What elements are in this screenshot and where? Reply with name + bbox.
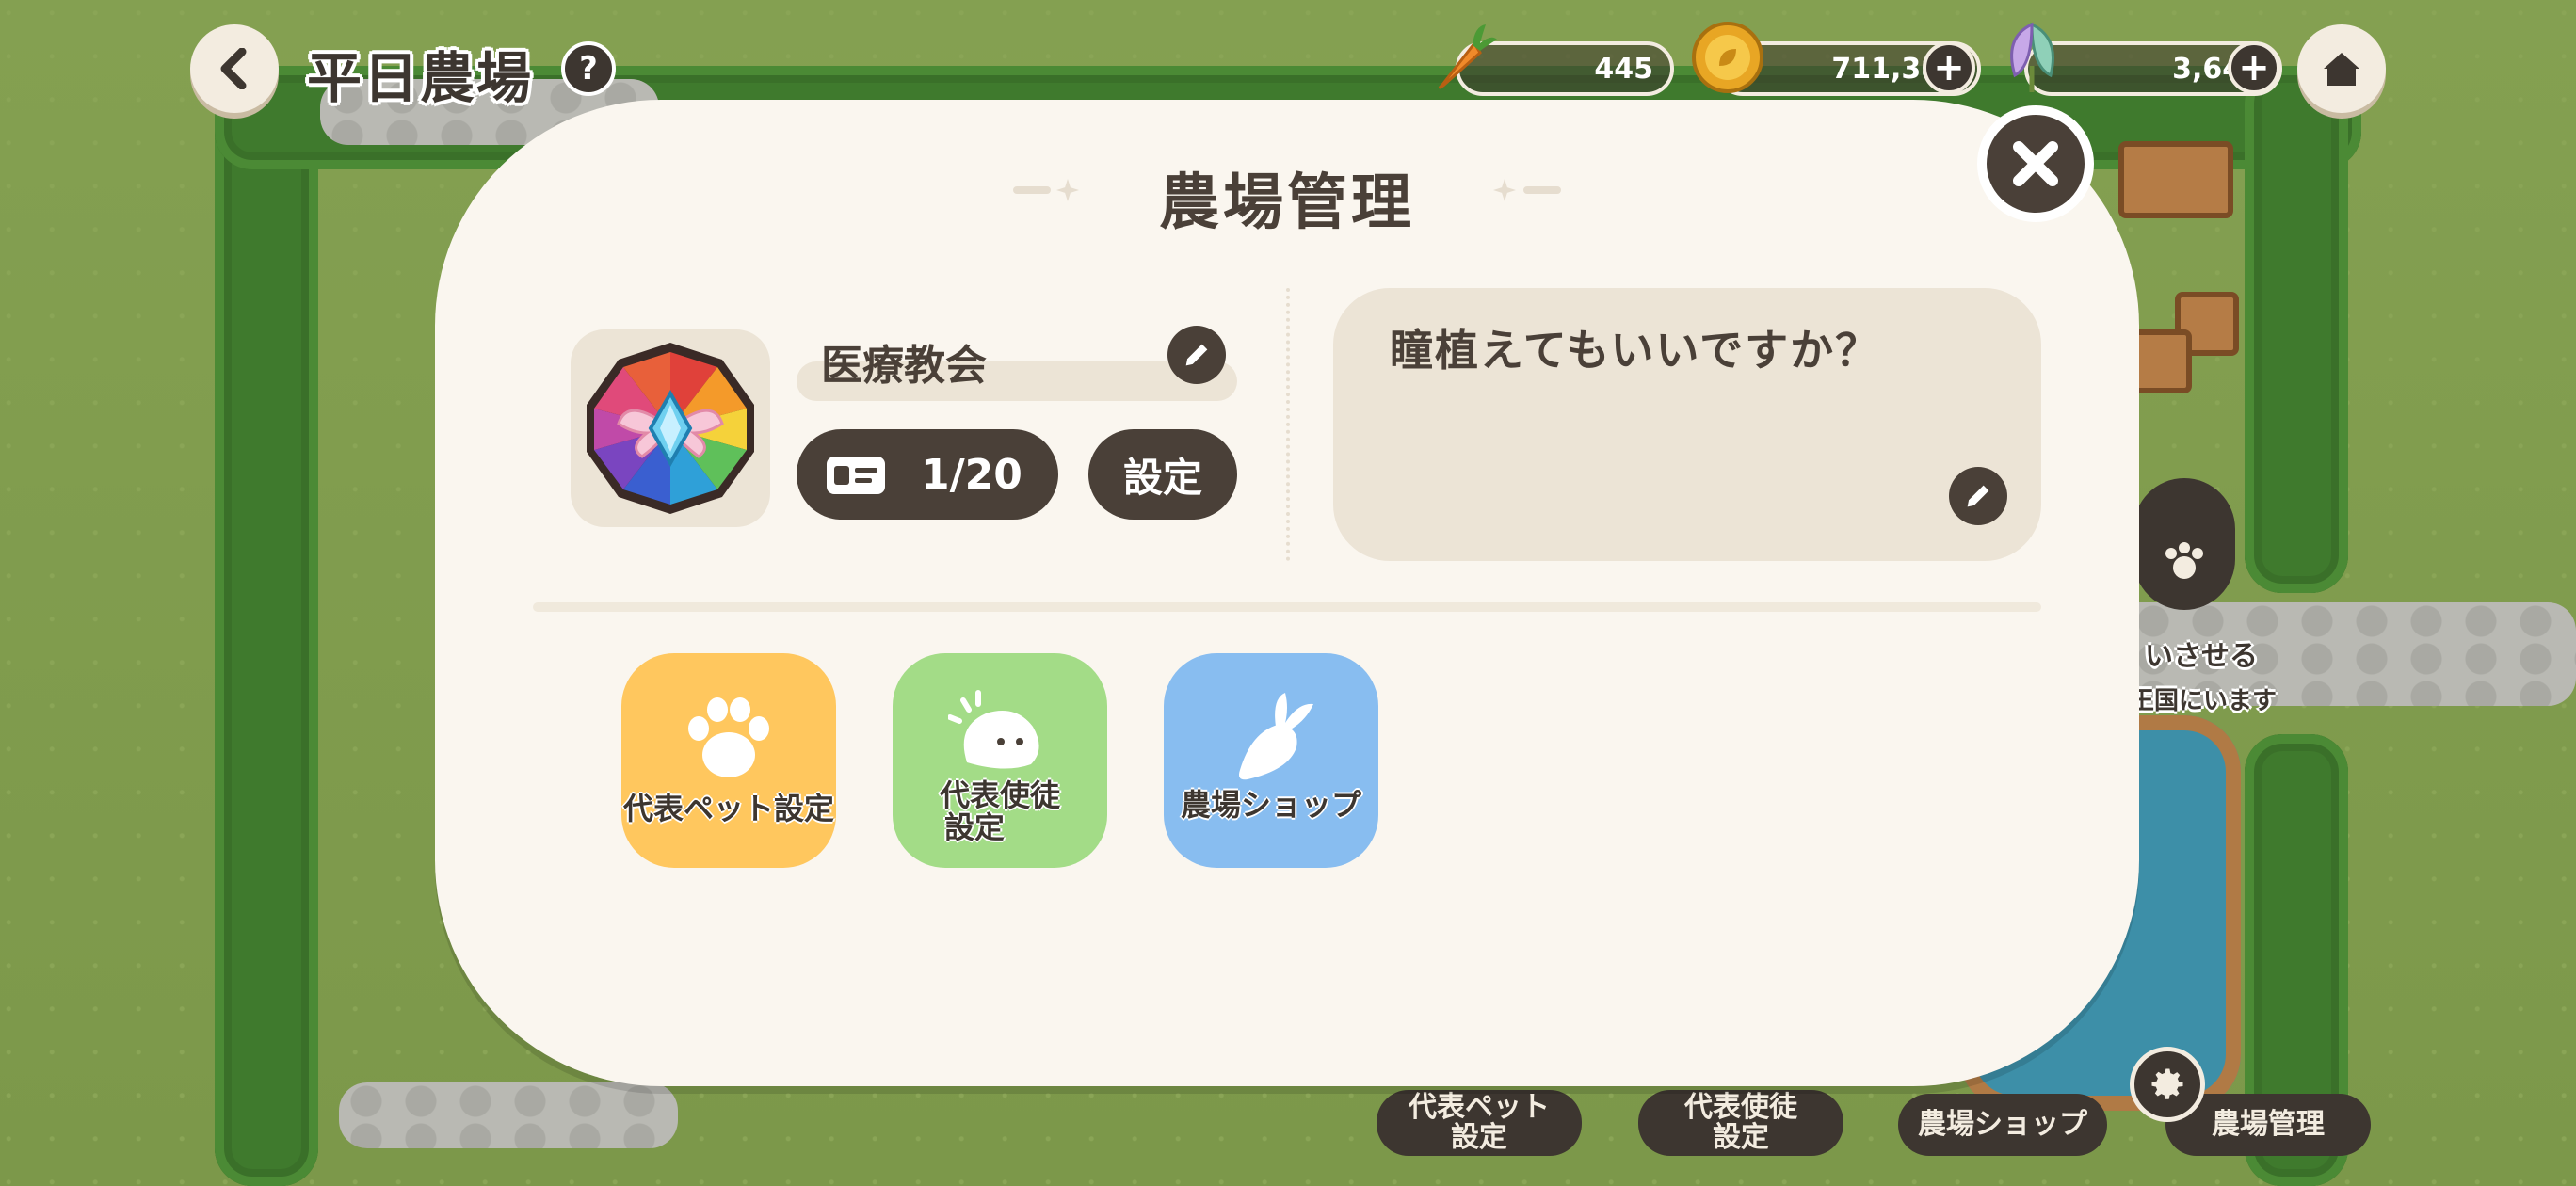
home-button[interactable] [2297,24,2386,113]
hedge-left [215,66,318,1186]
plus-icon: + [2238,46,2270,89]
pencil-icon [1967,485,1989,507]
farm-shop-tile[interactable]: 農場ショップ [1164,653,1378,868]
pet-settings-tile[interactable]: 代表ペット設定 [621,653,836,868]
member-card-icon [827,457,885,494]
tile-label: 代表ペット設定 [622,791,834,826]
dialog-title: 農場管理 [1159,168,1415,238]
nav-label: 設定 [1451,1121,1507,1154]
back-button[interactable] [190,24,279,113]
member-count: 1/20 [921,450,1022,499]
nav-farm-shop[interactable]: 農場ショップ [1898,1094,2107,1156]
farm-message: 瞳植えてもいいですか？ [1390,325,1881,376]
carrot-icon [1438,24,1497,89]
pet-house-button[interactable] [2133,478,2235,610]
settings-label: 設定 [1122,454,1202,501]
tile-label: 農場ショップ [1180,787,1361,823]
plus-icon: + [1933,46,1965,89]
side-hint-text-2: 王国にいます [2130,687,2278,715]
radish-icon [1239,693,1313,780]
gear-icon[interactable] [2130,1047,2205,1122]
farm-name-title: 平日農場 [307,46,534,110]
edit-message-button[interactable] [1949,467,2007,525]
nav-label: 代表ペット [1409,1091,1550,1124]
blob-icon [948,690,1039,769]
nav-label: 設定 [1713,1121,1769,1154]
club-emblem [571,329,770,527]
side-hint-text: いさせる [2145,640,2258,673]
help-button[interactable]: ? [561,41,616,96]
member-count-pill[interactable]: 1/20 [797,429,1058,520]
farm-management-dialog: 農場管理 [435,100,2139,1086]
gold-coin-icon [1692,22,1763,93]
tile-label: 設定 [943,809,1005,845]
stained-glass-emblem-icon [587,343,754,514]
carrot-count: 445 [1594,52,1653,86]
club-name: 医療教会 [821,342,987,390]
pencil-icon [1185,344,1208,366]
help-icon: ? [579,50,598,88]
apostle-settings-tile[interactable]: 代表使徒 設定 [893,653,1107,868]
add-gold-button[interactable]: + [1923,41,1975,94]
chevron-left-icon [220,48,247,89]
tile-label: 代表使徒 [939,777,1060,813]
settings-button[interactable]: 設定 [1088,429,1237,520]
home-icon [2324,53,2359,86]
edit-name-button[interactable] [1167,326,1226,384]
close-icon [2013,141,2058,186]
nav-label: 農場管理 [2212,1108,2325,1141]
stone-wall-bottom [339,1082,678,1148]
nav-pet-settings[interactable]: 代表ペット 設定 [1377,1090,1582,1156]
crystal-leaf-icon [2010,22,2054,92]
paw-icon [688,697,769,777]
vertical-divider [1286,288,1290,561]
add-crystal-button[interactable]: + [2228,41,2280,94]
close-button[interactable] [1977,105,2094,222]
hedge-right-upper [2245,66,2348,593]
nav-apostle-settings[interactable]: 代表使徒 設定 [1638,1090,1843,1156]
horizontal-divider [533,602,2041,612]
nav-label: 農場ショップ [1918,1108,2087,1141]
nav-label: 代表使徒 [1684,1091,1797,1124]
